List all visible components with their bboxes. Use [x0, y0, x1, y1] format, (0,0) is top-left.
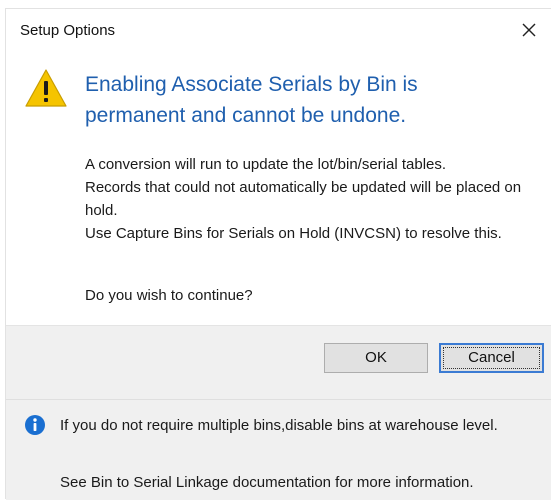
- close-icon: [522, 23, 536, 37]
- button-bar: OK Cancel: [6, 325, 551, 399]
- warning-icon: [24, 67, 68, 114]
- cancel-button[interactable]: Cancel: [439, 343, 544, 373]
- message-body: A conversion will run to update the lot/…: [85, 153, 535, 245]
- footer-info: If you do not require multiple bins,disa…: [6, 399, 551, 500]
- confirm-question: Do you wish to continue?: [85, 287, 253, 304]
- window-title: Setup Options: [20, 22, 116, 39]
- info-icon: [24, 414, 46, 441]
- message-line: Use Capture Bins for Serials on Hold (IN…: [85, 225, 502, 242]
- close-button[interactable]: [514, 15, 544, 45]
- title-bar: Setup Options: [6, 9, 551, 49]
- message-line: Records that could not automatically be …: [85, 179, 522, 219]
- setup-options-dialog: Setup Options Enabling Associate Serials…: [5, 8, 551, 500]
- ok-button[interactable]: OK: [324, 343, 428, 373]
- message-heading: Enabling Associate Serials by Bin is per…: [85, 73, 418, 127]
- footer-note: If you do not require multiple bins,disa…: [60, 417, 498, 434]
- focus-ring: [443, 347, 540, 369]
- message-line: A conversion will run to update the lot/…: [85, 156, 447, 173]
- documentation-note: See Bin to Serial Linkage documentation …: [60, 474, 474, 491]
